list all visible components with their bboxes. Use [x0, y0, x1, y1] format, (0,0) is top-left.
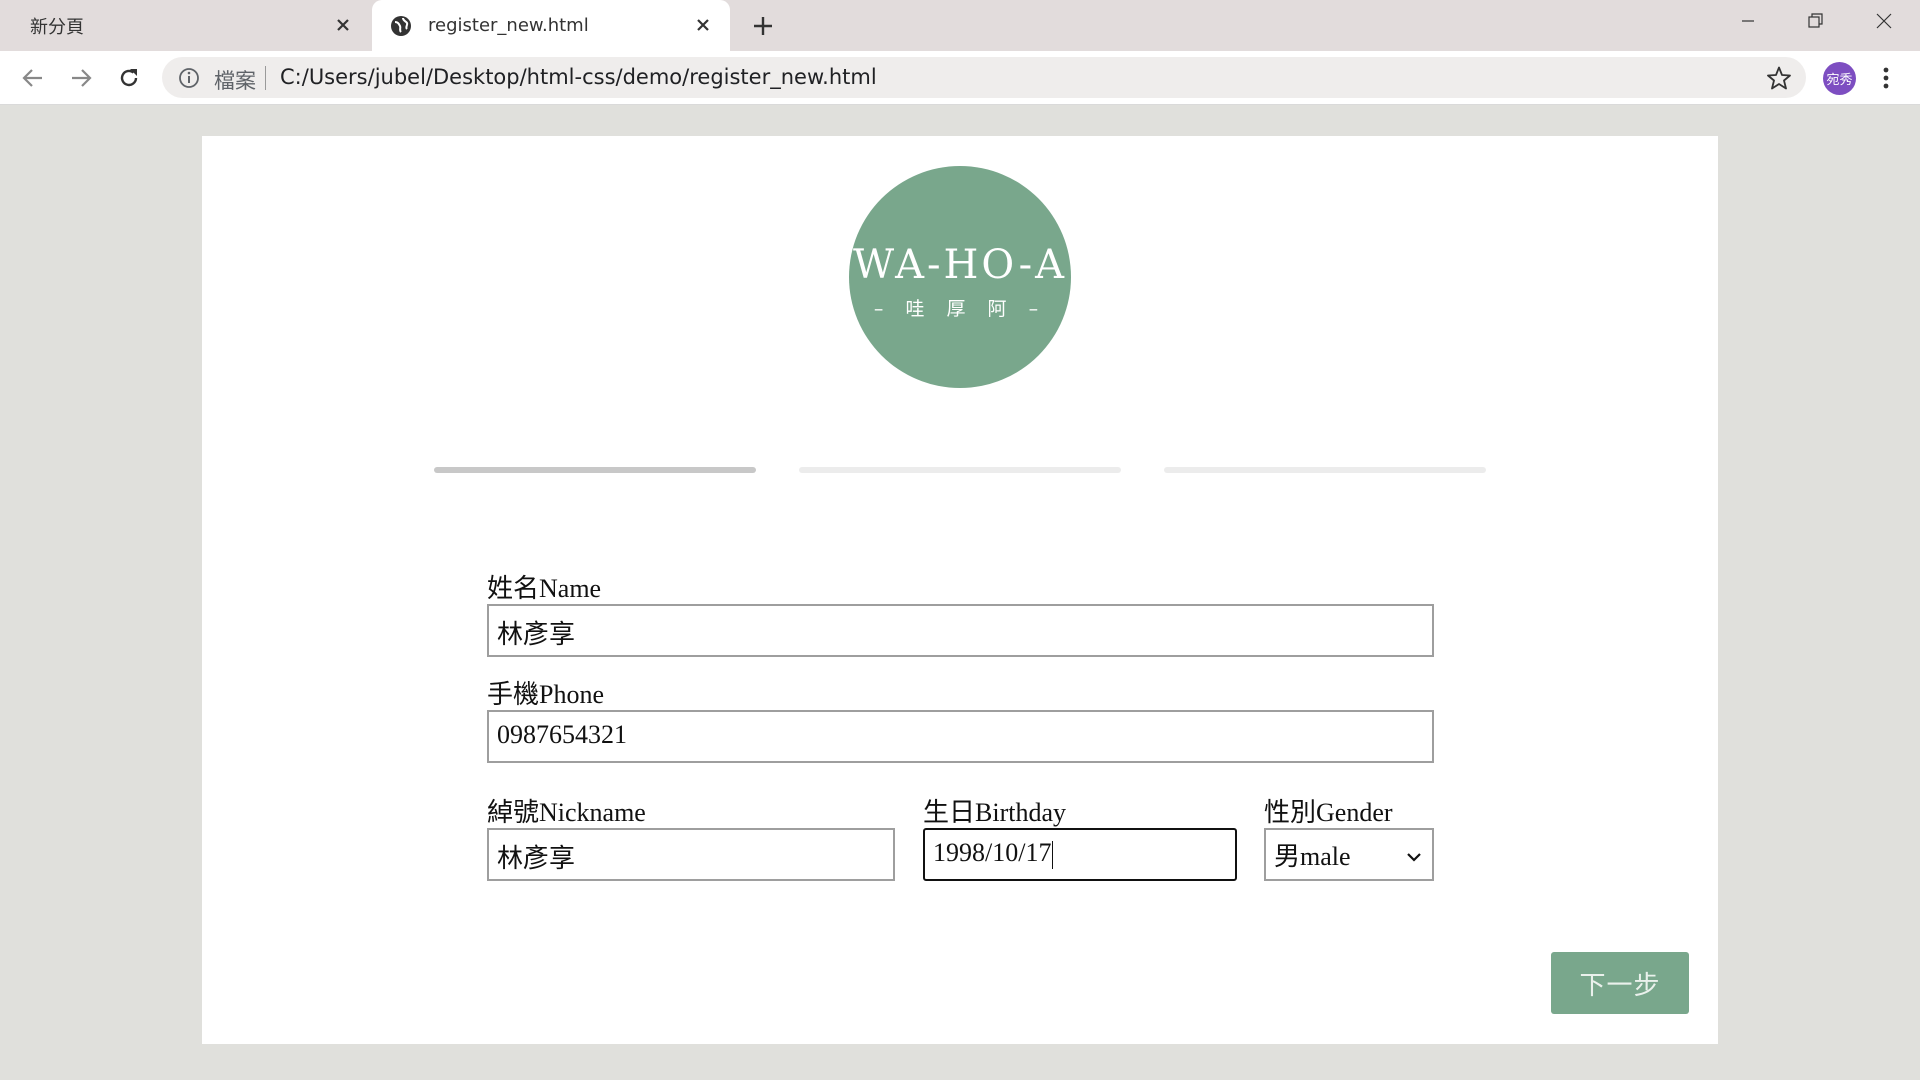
tab-title: register_new.html: [428, 15, 589, 36]
next-step-button[interactable]: 下一步: [1551, 952, 1689, 1014]
name-input[interactable]: 林彥享: [487, 604, 1434, 657]
globe-icon: [390, 15, 412, 37]
nickname-label: 綽號Nickname: [487, 798, 646, 827]
register-card: WA-HO-A – 哇 厚 阿 – 姓名Name 林彥享 手機Phone 098…: [202, 136, 1718, 1044]
nickname-value: 林彥享: [497, 844, 576, 873]
birthday-value: 1998/10/17: [933, 838, 1052, 867]
name-value: 林彥享: [497, 620, 576, 649]
profile-avatar[interactable]: 宛秀: [1823, 62, 1856, 95]
restore-button[interactable]: [1782, 0, 1850, 42]
tab-title: 新分頁: [30, 16, 84, 38]
new-tab-button[interactable]: [748, 12, 778, 40]
tab-new-tab[interactable]: 新分頁: [0, 0, 370, 51]
gender-label: 性別Gender: [1264, 798, 1393, 827]
info-icon[interactable]: [178, 67, 200, 89]
chevron-down-icon: [1406, 840, 1422, 870]
phone-value: 0987654321: [497, 720, 627, 749]
close-window-button[interactable]: [1850, 0, 1918, 42]
close-tab-icon[interactable]: [690, 12, 716, 38]
forward-button[interactable]: [64, 61, 98, 95]
tab-strip: 新分頁 register_new.html: [0, 0, 1920, 51]
address-bar[interactable]: 檔案 C:/Users/jubel/Desktop/html-css/demo/…: [162, 57, 1806, 98]
logo-brand-text: WA-HO-A: [852, 242, 1068, 288]
close-tab-icon[interactable]: [330, 12, 356, 38]
progress-step-2: [799, 467, 1121, 473]
brand-logo: WA-HO-A – 哇 厚 阿 –: [849, 166, 1071, 388]
scheme-label: 檔案: [214, 69, 256, 93]
minimize-button[interactable]: [1714, 0, 1782, 42]
url-text[interactable]: C:/Users/jubel/Desktop/html-css/demo/reg…: [280, 65, 877, 89]
birthday-label: 生日Birthday: [923, 798, 1066, 827]
phone-label: 手機Phone: [487, 680, 605, 709]
name-label: 姓名Name: [487, 574, 602, 603]
tab-register-new[interactable]: register_new.html: [372, 0, 730, 51]
birthday-input[interactable]: 1998/10/17: [923, 828, 1237, 881]
reload-button[interactable]: [112, 61, 146, 95]
progress-step-3: [1164, 467, 1486, 473]
menu-icon[interactable]: [1874, 62, 1898, 94]
nickname-input[interactable]: 林彥享: [487, 828, 895, 881]
page-viewport: WA-HO-A – 哇 厚 阿 – 姓名Name 林彥享 手機Phone 098…: [0, 105, 1920, 1080]
browser-toolbar: 檔案 C:/Users/jubel/Desktop/html-css/demo/…: [0, 51, 1920, 105]
bookmark-star-icon[interactable]: [1766, 65, 1792, 91]
gender-value: 男male: [1274, 842, 1351, 871]
phone-input[interactable]: 0987654321: [487, 710, 1434, 763]
divider: [265, 66, 266, 90]
text-caret: [1052, 841, 1054, 870]
back-button[interactable]: [16, 61, 50, 95]
logo-subtitle: – 哇 厚 阿 –: [873, 298, 1047, 320]
progress-step-1: [434, 467, 756, 473]
gender-select[interactable]: 男male: [1264, 828, 1434, 881]
